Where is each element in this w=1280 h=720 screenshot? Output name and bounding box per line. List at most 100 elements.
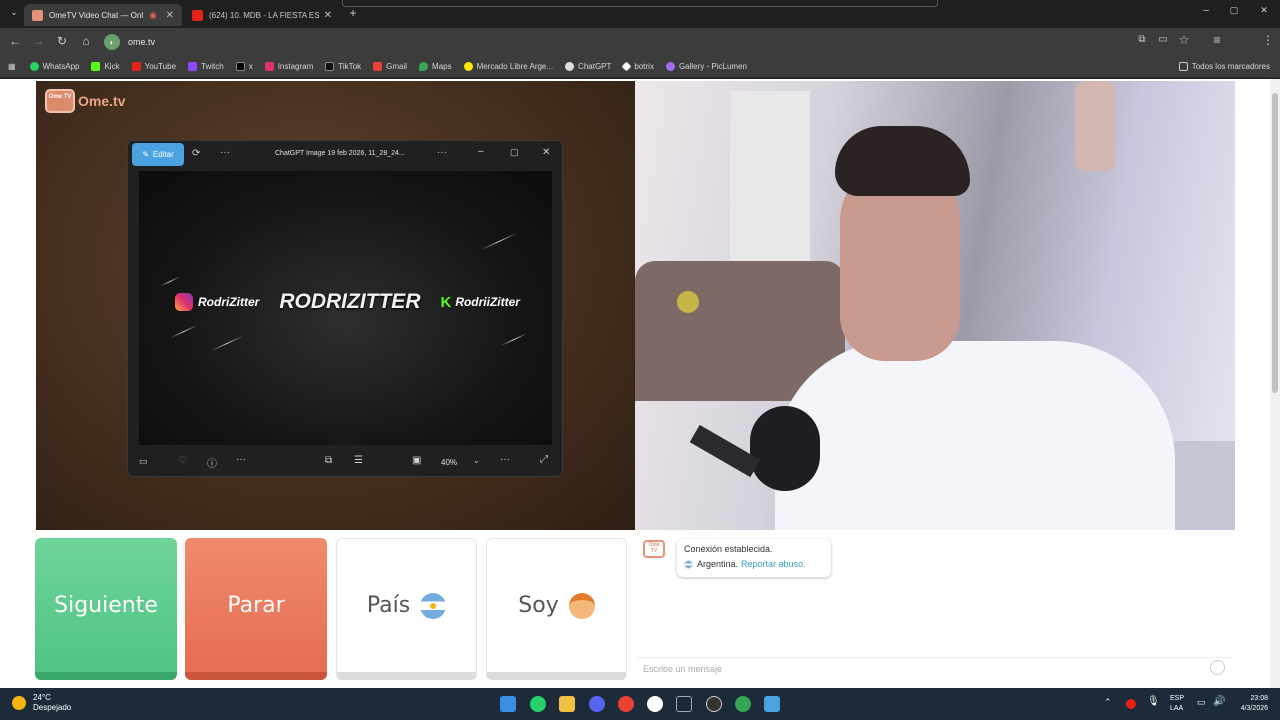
- bookmark-tiktok[interactable]: TikTok: [325, 62, 361, 71]
- discord-icon[interactable]: [589, 696, 605, 712]
- all-bookmarks[interactable]: Todos los marcadores: [1178, 62, 1270, 71]
- bookmark-maps[interactable]: Maps: [419, 62, 452, 71]
- maximize-icon[interactable]: ▢: [510, 147, 519, 158]
- maps-icon: [419, 62, 428, 71]
- rotate-icon[interactable]: ⟳: [192, 148, 200, 159]
- minimize-icon[interactable]: –: [478, 146, 484, 157]
- favorite-icon[interactable]: ♡: [178, 455, 187, 466]
- bookmark-label: botrix: [634, 62, 654, 71]
- minimize-icon[interactable]: –: [1194, 5, 1218, 16]
- tab-youtube[interactable]: (624) 10. MDB - LA FIESTA ES D ✕: [184, 4, 340, 26]
- more-icon[interactable]: ···: [236, 454, 246, 465]
- start-icon[interactable]: [500, 696, 516, 712]
- tray-chevron-icon[interactable]: ⌃: [1104, 697, 1112, 708]
- folder-icon: [1178, 62, 1188, 71]
- bookmark-star-icon[interactable]: ☆: [1172, 33, 1196, 47]
- tray-app-icon[interactable]: [1126, 699, 1136, 709]
- chrome-profile-icon[interactable]: [735, 696, 751, 712]
- close-tab-icon[interactable]: ✕: [166, 10, 174, 21]
- file-explorer-icon[interactable]: [559, 696, 575, 712]
- close-tab-icon[interactable]: ✕: [324, 10, 332, 21]
- guitar: [1075, 81, 1115, 171]
- light-streak: [210, 335, 244, 352]
- site-info-icon[interactable]: ◐: [104, 34, 120, 50]
- weather-condition: Despejado: [33, 703, 72, 712]
- edit-button[interactable]: ✎ Editar: [132, 143, 184, 166]
- bookmark-whatsapp[interactable]: WhatsApp: [29, 62, 79, 71]
- next-button[interactable]: Siguiente: [35, 538, 177, 680]
- tab-search-bar[interactable]: [342, 0, 938, 7]
- country-button[interactable]: País: [336, 538, 477, 680]
- bookmark-x[interactable]: x: [235, 62, 253, 71]
- scroll-thumb[interactable]: [1272, 93, 1278, 393]
- bookmark-botrix[interactable]: botrix: [621, 61, 654, 72]
- photos-icon[interactable]: [764, 696, 780, 712]
- close-icon[interactable]: ✕: [542, 147, 550, 158]
- bookmark-instagram[interactable]: Instagram: [264, 62, 313, 71]
- partner-country: Argentina.: [697, 559, 739, 569]
- chrome-icon[interactable]: [618, 696, 634, 712]
- obs-icon[interactable]: [706, 696, 722, 712]
- maximize-icon[interactable]: ▢: [1222, 5, 1246, 16]
- tab-ometv[interactable]: OmeTV Video Chat — Onl ◉ ✕: [24, 4, 182, 26]
- microphone-icon[interactable]: 🎙: [1147, 696, 1160, 707]
- fullscreen-icon[interactable]: ⤢: [540, 454, 548, 465]
- address-bar[interactable]: ◐ ome.tv: [104, 32, 1124, 52]
- country-label: País: [366, 593, 411, 618]
- bookmark-chatgpt[interactable]: ChatGPT: [565, 62, 611, 71]
- zoom-level[interactable]: 40%: [441, 458, 457, 467]
- stop-button[interactable]: Parar: [185, 538, 327, 680]
- bookmark-piclumen[interactable]: Gallery - PicLumen: [665, 62, 747, 71]
- system-message: Conexión establecida. Argentina. Reporta…: [677, 539, 831, 577]
- chevron-down-icon[interactable]: ⌄: [473, 456, 480, 465]
- tab-list-icon[interactable]: ⌄: [2, 7, 26, 18]
- message-input[interactable]: Escribe un mensaje: [636, 657, 1233, 679]
- language-indicator[interactable]: ESP LAA: [1170, 694, 1184, 714]
- gender-button[interactable]: Soy: [486, 538, 627, 680]
- new-tab-icon[interactable]: +: [341, 6, 365, 20]
- weather-widget[interactable]: 24°C Despejado: [12, 693, 71, 713]
- whatsapp-icon[interactable]: [530, 696, 546, 712]
- instagram-icon: [264, 62, 274, 71]
- close-window-icon[interactable]: ✕: [1252, 5, 1276, 16]
- bookmark-gmail[interactable]: Gmail: [373, 62, 407, 71]
- bookmark-youtube[interactable]: YouTube: [131, 62, 176, 71]
- extensions-icon[interactable]: ≡: [1205, 33, 1229, 47]
- language-code: ESP: [1170, 695, 1185, 702]
- clock[interactable]: 23:08 4/3/2026: [1241, 694, 1268, 714]
- bookmark-twitch[interactable]: Twitch: [188, 62, 224, 71]
- home-icon[interactable]: ⌂: [74, 34, 98, 48]
- more-options-icon[interactable]: ···: [437, 147, 447, 158]
- windows-taskbar: 24°C Despejado ⌃ 🎙 ESP LAA ▭ 🔊 23:08 4/3…: [0, 688, 1280, 720]
- info-icon[interactable]: ⓘ: [207, 455, 217, 470]
- time: 23:08: [1250, 695, 1268, 702]
- crop-icon[interactable]: ⧉: [325, 455, 332, 466]
- menu-icon[interactable]: ⋮: [1256, 33, 1280, 47]
- twitch-icon: [188, 62, 198, 71]
- report-abuse-link[interactable]: Reportar abuso.: [741, 559, 806, 569]
- adjust-icon[interactable]: ☰: [354, 455, 363, 466]
- bookmark-label: Kick: [104, 62, 120, 71]
- fit-screen-icon[interactable]: ▣: [412, 455, 421, 466]
- filmstrip-icon[interactable]: ▭: [139, 456, 148, 467]
- steam-icon[interactable]: [676, 696, 692, 712]
- date: 4/3/2026: [1240, 705, 1268, 712]
- ball: [677, 291, 699, 313]
- volume-icon[interactable]: 🔊: [1213, 696, 1225, 707]
- network-icon[interactable]: ▭: [1197, 697, 1206, 708]
- tiktok-icon: [325, 62, 335, 71]
- emoji-icon[interactable]: [1210, 660, 1225, 675]
- page-scrollbar[interactable]: [1270, 79, 1280, 688]
- forward-icon[interactable]: →: [26, 34, 50, 48]
- bookmark-kick[interactable]: Kick: [91, 62, 120, 71]
- back-icon[interactable]: ←: [3, 34, 27, 48]
- bookmark-label: Mercado Libre Arge...: [476, 62, 554, 71]
- bookmark-mercadolibre[interactable]: Mercado Libre Arge...: [463, 62, 554, 71]
- xbox-icon[interactable]: [647, 696, 663, 712]
- more-icon[interactable]: ···: [500, 454, 510, 465]
- reload-icon[interactable]: ↻: [50, 34, 74, 48]
- bookmark-label: Gmail: [386, 62, 407, 71]
- apps-icon[interactable]: ▦: [8, 62, 16, 71]
- gender-label: Soy: [518, 593, 559, 618]
- more-icon[interactable]: ···: [220, 147, 230, 158]
